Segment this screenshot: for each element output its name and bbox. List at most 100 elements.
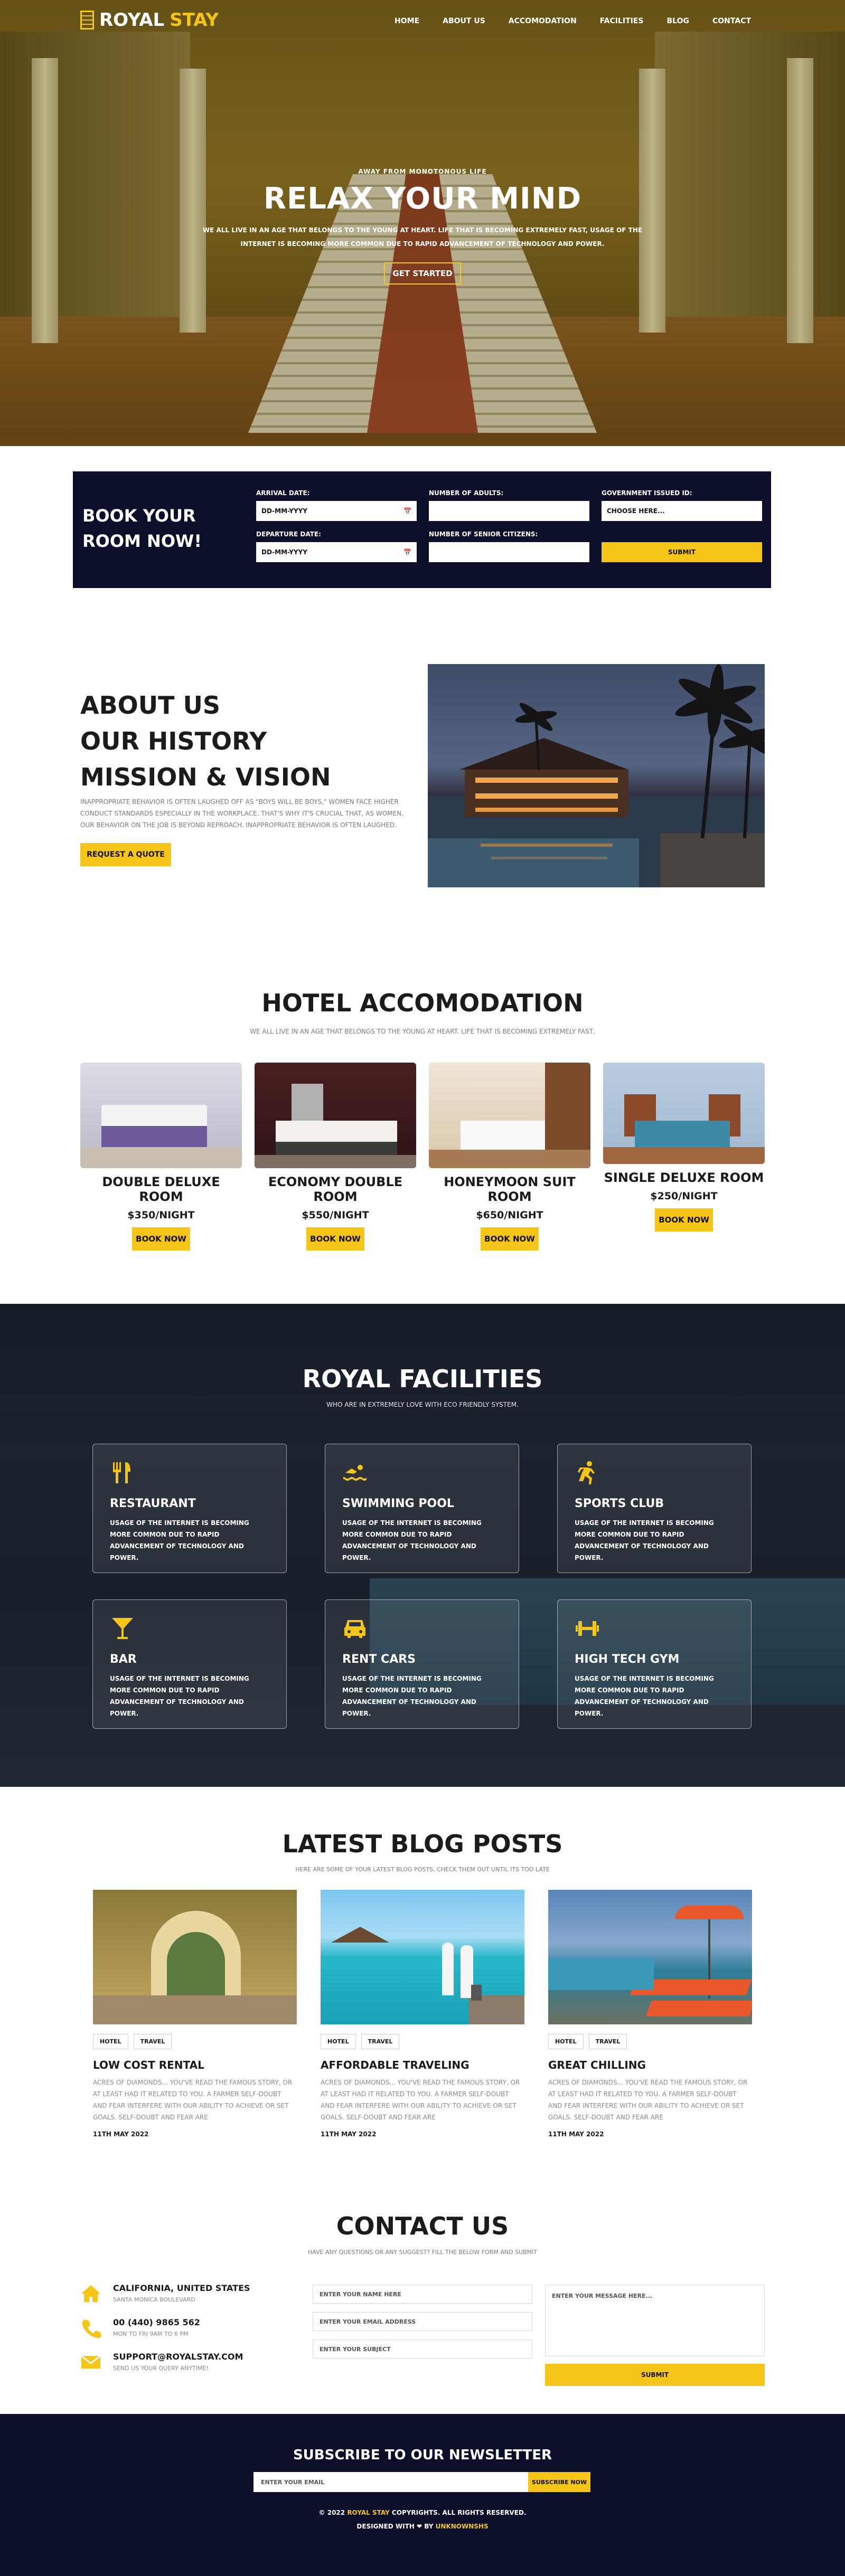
hero-kicker: AWAY FROM MONOTONOUS LIFE bbox=[358, 168, 487, 175]
copyright-brand[interactable]: ROYAL STAY bbox=[347, 2509, 389, 2516]
email-main[interactable]: SUPPORT@ROYALSTAY.COM bbox=[113, 2352, 243, 2362]
tag-hotel[interactable]: HOTEL bbox=[321, 2034, 356, 2049]
contact-subtitle: HAVE ANY QUESTIONS OR ANY SUGGEST? FILL … bbox=[307, 2249, 538, 2256]
get-started-button[interactable]: GET STARTED bbox=[384, 262, 461, 285]
email-sub: SEND US YOUR QUERY ANYTIME! bbox=[113, 2365, 209, 2372]
blog-post-image bbox=[321, 1890, 524, 2024]
arrival-date-value: DD-MM-YYYY bbox=[261, 507, 307, 515]
nav-facilities[interactable]: FACILITIES bbox=[600, 17, 644, 25]
facility-card[interactable]: RESTAURANT USAGE OF THE INTERNET IS BECO… bbox=[92, 1444, 287, 1573]
blog-post-image bbox=[548, 1890, 752, 2024]
tag-travel[interactable]: TRAVEL bbox=[361, 2034, 400, 2049]
blog-post-title[interactable]: LOW COST RENTAL bbox=[93, 2059, 297, 2071]
facility-card[interactable]: SPORTS CLUB USAGE OF THE INTERNET IS BEC… bbox=[557, 1444, 752, 1573]
contact-phone: 00 (440) 9865 562 MON TO FRI 9AM TO 6 PM bbox=[80, 2317, 200, 2338]
calendar-icon[interactable]: 📅 bbox=[403, 507, 411, 515]
room-photo bbox=[255, 1063, 416, 1168]
blog-post-card[interactable]: HOTEL TRAVEL GREAT CHILLING ACRES OF DIA… bbox=[548, 1890, 752, 2138]
contact-name-field[interactable]: ENTER YOUR NAME HERE bbox=[313, 2285, 532, 2304]
facilities-subtitle: WHO ARE IN EXTREMELY LOVE WITH ECO FRIEN… bbox=[326, 1401, 519, 1408]
blog-post-excerpt: ACRES OF DIAMONDS... YOU'VE READ THE FAM… bbox=[321, 2079, 520, 2121]
book-now-button[interactable]: BOOK NOW bbox=[655, 1208, 713, 1232]
designer-link[interactable]: UNKNOWNSHS bbox=[436, 2523, 489, 2530]
newsletter-email-input[interactable]: ENTER YOUR EMAIL bbox=[253, 2472, 528, 2492]
facility-text: USAGE OF THE INTERNET IS BECOMING MORE C… bbox=[110, 1675, 249, 1717]
dumbbell-icon bbox=[576, 1621, 599, 1636]
blog-post-image bbox=[93, 1890, 297, 2024]
departure-date-value: DD-MM-YYYY bbox=[261, 548, 307, 556]
calendar-icon[interactable]: 📅 bbox=[403, 548, 411, 556]
blog-post-title[interactable]: GREAT CHILLING bbox=[548, 2059, 752, 2071]
adults-input[interactable] bbox=[429, 501, 589, 521]
facilities-title: ROYAL FACILITIES bbox=[302, 1365, 543, 1393]
tag-hotel[interactable]: HOTEL bbox=[93, 2034, 128, 2049]
facility-text: USAGE OF THE INTERNET IS BECOMING MORE C… bbox=[575, 1675, 714, 1717]
blog-post-card[interactable]: HOTEL TRAVEL LOW COST RENTAL ACRES OF DI… bbox=[93, 1890, 297, 2138]
facility-text: USAGE OF THE INTERNET IS BECOMING MORE C… bbox=[110, 1519, 249, 1561]
footer: SUBSCRIBE TO OUR NEWSLETTER ENTER YOUR E… bbox=[0, 2414, 845, 2576]
brand-logo[interactable]: ROYAL STAY bbox=[80, 10, 219, 31]
seniors-input[interactable] bbox=[429, 542, 589, 562]
contact-email-field[interactable]: ENTER YOUR EMAIL ADDRESS bbox=[313, 2312, 532, 2331]
booking-submit-button[interactable]: SUBMIT bbox=[602, 542, 762, 562]
contact-subject-field[interactable]: ENTER YOUR SUBJECT bbox=[313, 2340, 532, 2359]
departure-label: DEPARTURE DATE: bbox=[256, 531, 321, 538]
book-now-button[interactable]: BOOK NOW bbox=[306, 1227, 364, 1251]
tag-travel[interactable]: TRAVEL bbox=[588, 2034, 627, 2049]
facility-text: USAGE OF THE INTERNET IS BECOMING MORE C… bbox=[342, 1519, 482, 1561]
runner-icon bbox=[578, 1461, 595, 1484]
facility-name: RESTAURANT bbox=[110, 1497, 196, 1510]
accommodation-title: HOTEL ACCOMODATION bbox=[261, 989, 584, 1017]
facility-card[interactable]: HIGH TECH GYM USAGE OF THE INTERNET IS B… bbox=[557, 1599, 752, 1729]
blog-title: LATEST BLOG POSTS bbox=[282, 1830, 563, 1858]
contact-email: SUPPORT@ROYALSTAY.COM SEND US YOUR QUERY … bbox=[80, 2352, 243, 2373]
room-card[interactable]: ECONOMY DOUBLE ROOM $550/NIGHT BOOK NOW bbox=[255, 1063, 416, 1251]
arrival-field-group: ARRIVAL DATE: DD-MM-YYYY 📅 bbox=[256, 489, 417, 521]
heart-icon: ❤ bbox=[417, 2523, 422, 2530]
blog-post-excerpt: ACRES OF DIAMONDS... YOU'VE READ THE FAM… bbox=[93, 2079, 293, 2121]
contact-submit-button[interactable]: SUBMIT bbox=[545, 2364, 765, 2386]
nav-accomodation[interactable]: ACCOMODATION bbox=[509, 17, 577, 25]
envelope-icon bbox=[81, 2355, 101, 2369]
nav-blog[interactable]: BLOG bbox=[666, 17, 689, 25]
seniors-field-group: NUMBER OF SENIOR CITIZENS: bbox=[429, 531, 589, 562]
blog-tags: HOTEL TRAVEL bbox=[321, 2034, 524, 2049]
room-card[interactable]: DOUBLE DELUXE ROOM $350/NIGHT BOOK NOW bbox=[80, 1063, 242, 1251]
subscribe-button[interactable]: SUBSCRIBE NOW bbox=[528, 2472, 590, 2492]
hero-section: ROYAL STAY HOME ABOUT US ACCOMODATION FA… bbox=[0, 0, 845, 446]
about-heading-line2: OUR HISTORY bbox=[80, 727, 267, 755]
blog-post-title[interactable]: AFFORDABLE TRAVELING bbox=[321, 2059, 524, 2071]
main-menu: HOME ABOUT US ACCOMODATION FACILITIES BL… bbox=[395, 17, 751, 25]
blog-subtitle: HERE ARE SOME OF YOUR LATEST BLOG POSTS,… bbox=[295, 1866, 550, 1873]
departure-date-input[interactable]: DD-MM-YYYY 📅 bbox=[256, 542, 417, 562]
tag-travel[interactable]: TRAVEL bbox=[133, 2034, 172, 2049]
facility-card[interactable]: RENT CARS USAGE OF THE INTERNET IS BECOM… bbox=[325, 1599, 519, 1729]
building-icon bbox=[80, 11, 94, 30]
nav-contact[interactable]: CONTACT bbox=[712, 17, 751, 25]
newsletter-title: SUBSCRIBE TO OUR NEWSLETTER bbox=[293, 2447, 552, 2463]
seniors-label: NUMBER OF SENIOR CITIZENS: bbox=[429, 531, 538, 538]
facility-card[interactable]: SWIMMING POOL USAGE OF THE INTERNET IS B… bbox=[325, 1444, 519, 1573]
contact-message-field[interactable]: ENTER YOUR MESSAGE HERE... bbox=[545, 2285, 765, 2356]
book-now-button[interactable]: BOOK NOW bbox=[481, 1227, 539, 1251]
room-card[interactable]: HONEYMOON SUIT ROOM $650/NIGHT BOOK NOW bbox=[429, 1063, 590, 1251]
nav-home[interactable]: HOME bbox=[395, 17, 419, 25]
blog-tags: HOTEL TRAVEL bbox=[93, 2034, 297, 2049]
facility-card[interactable]: BAR USAGE OF THE INTERNET IS BECOMING MO… bbox=[92, 1599, 287, 1729]
request-quote-button[interactable]: REQUEST A QUOTE bbox=[80, 843, 171, 866]
tag-hotel[interactable]: HOTEL bbox=[548, 2034, 584, 2049]
book-now-button[interactable]: BOOK NOW bbox=[132, 1227, 190, 1251]
about-resort-image bbox=[428, 664, 765, 887]
room-photo bbox=[603, 1063, 765, 1164]
address-main: CALIFORNIA, UNITED STATES bbox=[113, 2283, 250, 2293]
room-card[interactable]: SINGLE DELUXE ROOM $250/NIGHT BOOK NOW bbox=[603, 1063, 765, 1232]
nav-about[interactable]: ABOUT US bbox=[443, 17, 485, 25]
id-label: GOVERNMENT ISSUED ID: bbox=[602, 489, 692, 497]
arrival-date-input[interactable]: DD-MM-YYYY 📅 bbox=[256, 501, 417, 521]
blog-post-card[interactable]: HOTEL TRAVEL AFFORDABLE TRAVELING ACRES … bbox=[321, 1890, 524, 2138]
copyright-text: COPYRIGHTS. ALL RIGHTS RESERVED. bbox=[391, 2509, 527, 2516]
hero-content: AWAY FROM MONOTONOUS LIFE RELAX YOUR MIN… bbox=[0, 168, 845, 285]
id-select[interactable]: CHOOSE HERE... bbox=[602, 501, 762, 521]
room-price: $550/NIGHT bbox=[302, 1209, 369, 1221]
departure-field-group: DEPARTURE DATE: DD-MM-YYYY 📅 bbox=[256, 531, 417, 562]
